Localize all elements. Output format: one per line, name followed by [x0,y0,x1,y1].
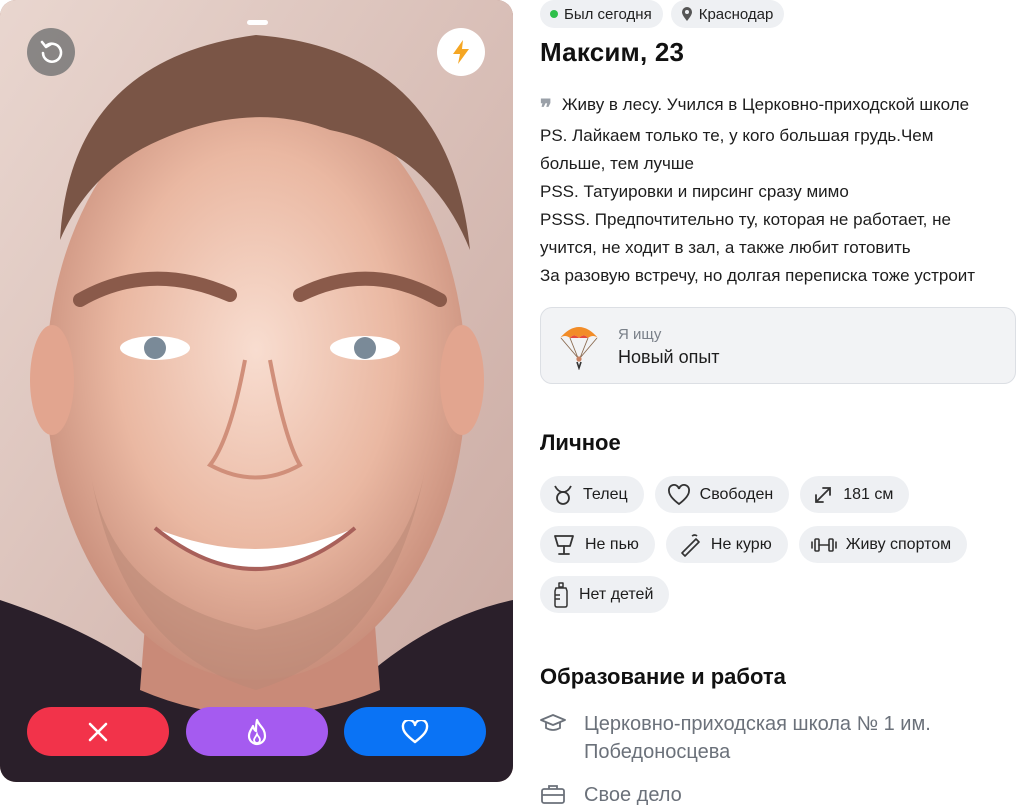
city-text: Краснодар [698,5,774,23]
lightning-icon [453,40,469,64]
glass-icon [554,534,574,555]
city-chip: Краснодар [670,0,785,28]
photo-pager-indicator [247,20,268,25]
no-smoking-icon [681,533,700,557]
superlike-button[interactable] [186,707,328,756]
education-section-title: Образование и работа [540,664,786,689]
taurus-icon [554,485,572,505]
trait-zodiac: Телец [540,476,644,513]
trait-alcohol: Не пью [540,526,655,563]
profile-photo[interactable] [0,0,513,782]
education-text: Церковно-приходская школа № 1 им. [584,713,931,735]
dislike-button[interactable] [27,707,169,756]
online-status-chip: Был сегодня [540,0,663,28]
education-text: Победоносцева [584,741,731,763]
profile-bio: ❞ Живу в лесу. Учился в Церковно-приходск… [540,91,1020,290]
traits-list: Телец Свободен 181 см Не пью Не курю Жив… [540,476,1010,626]
baby-bottle-icon [554,581,568,608]
bio-line: больше, тем лучше [540,154,694,173]
education-item: Церковно-приходская школа № 1 им. Победо… [540,710,931,766]
bio-line: PS. Лайкаем только те, у кого большая гр… [540,126,934,145]
heart-outline-icon [667,483,690,505]
trait-sport: Живу спортом [798,526,968,563]
close-icon [88,722,108,741]
trait-children: Нет детей [540,576,670,613]
undo-button[interactable] [27,28,75,76]
height-icon [815,486,832,503]
briefcase-icon [541,785,565,804]
seeking-card: Я ищу Новый опыт [540,307,1016,384]
dumbbell-icon [810,537,837,552]
bio-line: PSS. Татуировки и пирсинг сразу мимо [540,182,849,201]
online-dot-icon [550,10,558,18]
parachute-icon [560,327,598,370]
profile-status-chips: Был сегодня Краснодар [540,0,785,28]
graduation-cap-icon [540,714,566,731]
flame-icon [247,718,267,745]
bio-line: учится, не ходит в зал, а также любит го… [540,238,911,257]
online-status-text: Был сегодня [564,5,652,23]
bio-line: За разовую встречу, но долгая переписка … [540,266,976,285]
boost-button[interactable] [437,28,485,76]
work-item: Свое дело [540,781,682,810]
seeking-value: Новый опыт [618,347,720,367]
seeking-label: Я ищу [618,326,662,343]
trait-smoking: Не курю [665,526,788,563]
personal-section-title: Личное [540,430,621,455]
like-button[interactable] [344,707,486,756]
portrait-photo [0,0,513,782]
bio-line: ❞ Живу в лесу. Учился в Церковно-приходск… [540,95,970,121]
profile-name: Максим, 23 [540,37,685,67]
work-text: Свое дело [584,784,682,806]
bio-line: PSSS. Предпочтительно ту, которая не раб… [540,210,951,229]
trait-relationship: Свободен [654,476,790,513]
undo-icon [40,40,63,63]
quote-icon: ❞ [540,95,552,121]
location-pin-icon [681,7,692,21]
heart-icon [401,719,429,743]
trait-height: 181 см [800,476,910,513]
